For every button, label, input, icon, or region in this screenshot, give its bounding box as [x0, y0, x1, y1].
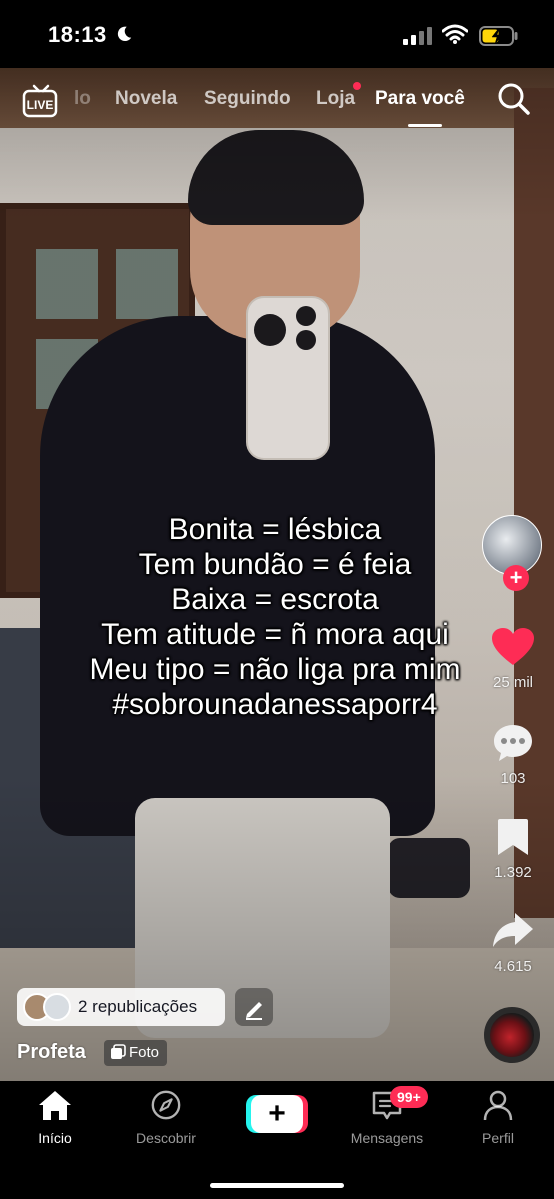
- comment-count: 103: [500, 770, 526, 787]
- repost-avatar: [43, 993, 71, 1021]
- like-button[interactable]: 25 mil: [478, 627, 548, 691]
- tab-profile[interactable]: Perfil: [448, 1089, 548, 1146]
- overlay-line: Tem atitude = ñ mora aqui: [101, 618, 449, 651]
- tab-novela[interactable]: Novela: [115, 88, 177, 110]
- battery-icon: [479, 26, 518, 46]
- loja-notification-dot: [353, 82, 361, 90]
- live-icon[interactable]: LIVE: [22, 82, 60, 118]
- live-label: LIVE: [27, 98, 54, 112]
- status-bar: 18:13: [0, 0, 554, 68]
- comment-icon: [494, 725, 532, 761]
- tab-discover[interactable]: Descobrir: [116, 1089, 216, 1146]
- photo-icon: [111, 1044, 126, 1059]
- creator-avatar-wrap[interactable]: +: [482, 515, 542, 591]
- overlay-line: Meu tipo = não liga pra mim: [89, 653, 461, 686]
- username[interactable]: Profeta: [17, 1041, 86, 1064]
- tab-home[interactable]: Início: [5, 1089, 105, 1146]
- save-count: 1.392: [494, 864, 532, 881]
- search-icon[interactable]: [497, 82, 531, 116]
- home-indicator: [210, 1183, 344, 1188]
- overlay-line: Baixa = escrota: [171, 583, 379, 616]
- overlay-line: Bonita = lésbica: [168, 513, 382, 546]
- screen: 18:13 LIVE lo Novela Seguindo Loja Para …: [0, 0, 554, 1199]
- music-disc[interactable]: [484, 1007, 540, 1063]
- photo-badge: Foto: [104, 1040, 168, 1066]
- photo-badge-label: Foto: [129, 1044, 160, 1061]
- top-nav: LIVE lo Novela Seguindo Loja Para você: [0, 80, 554, 127]
- repost-count: 2 republicações: [78, 997, 198, 1016]
- like-count: 25 mil: [492, 674, 533, 691]
- tab-profile-label: Perfil: [482, 1130, 514, 1146]
- tab-bar: Início Descobrir + Mensagens 99+ Perfil: [0, 1081, 554, 1199]
- active-tab-indicator: [408, 124, 442, 127]
- comment-button[interactable]: 103: [478, 723, 548, 787]
- share-count: 4.615: [494, 958, 532, 975]
- status-time: 18:13: [48, 22, 107, 47]
- create-button[interactable]: +: [246, 1095, 308, 1133]
- edit-button[interactable]: [235, 988, 273, 1026]
- overlay-line: #sobrounadanessaporr4: [112, 688, 438, 721]
- tab-messages-label: Mensagens: [350, 1130, 424, 1146]
- overlay-text: Bonita = lésbica Tem bundão = é feia Bai…: [40, 512, 510, 722]
- share-button[interactable]: 4.615: [478, 911, 548, 975]
- signal-icon: [403, 27, 432, 45]
- plus-icon: +: [251, 1095, 303, 1133]
- tab-lo[interactable]: lo: [74, 88, 91, 110]
- save-button[interactable]: 1.392: [478, 817, 548, 881]
- edit-icon: [246, 1002, 262, 1020]
- bookmark-icon: [498, 819, 528, 855]
- tab-seguindo[interactable]: Seguindo: [204, 88, 291, 110]
- home-icon: [39, 1091, 71, 1120]
- overlay-line: Tem bundão = é feia: [138, 548, 412, 581]
- tab-discover-label: Descobrir: [136, 1130, 196, 1146]
- wifi-icon: [442, 24, 468, 44]
- heart-icon: [492, 628, 534, 665]
- repost-pill[interactable]: 2 republicações: [17, 988, 225, 1026]
- compass-icon: [151, 1090, 181, 1120]
- tab-loja[interactable]: Loja: [316, 88, 355, 110]
- tab-home-label: Início: [38, 1130, 72, 1146]
- share-icon: [493, 913, 533, 947]
- profile-icon: [483, 1090, 513, 1121]
- follow-plus-button[interactable]: +: [503, 565, 529, 591]
- tab-para-voce[interactable]: Para você: [375, 88, 465, 110]
- messages-badge: 99+: [390, 1086, 428, 1108]
- moon-icon: [117, 26, 132, 42]
